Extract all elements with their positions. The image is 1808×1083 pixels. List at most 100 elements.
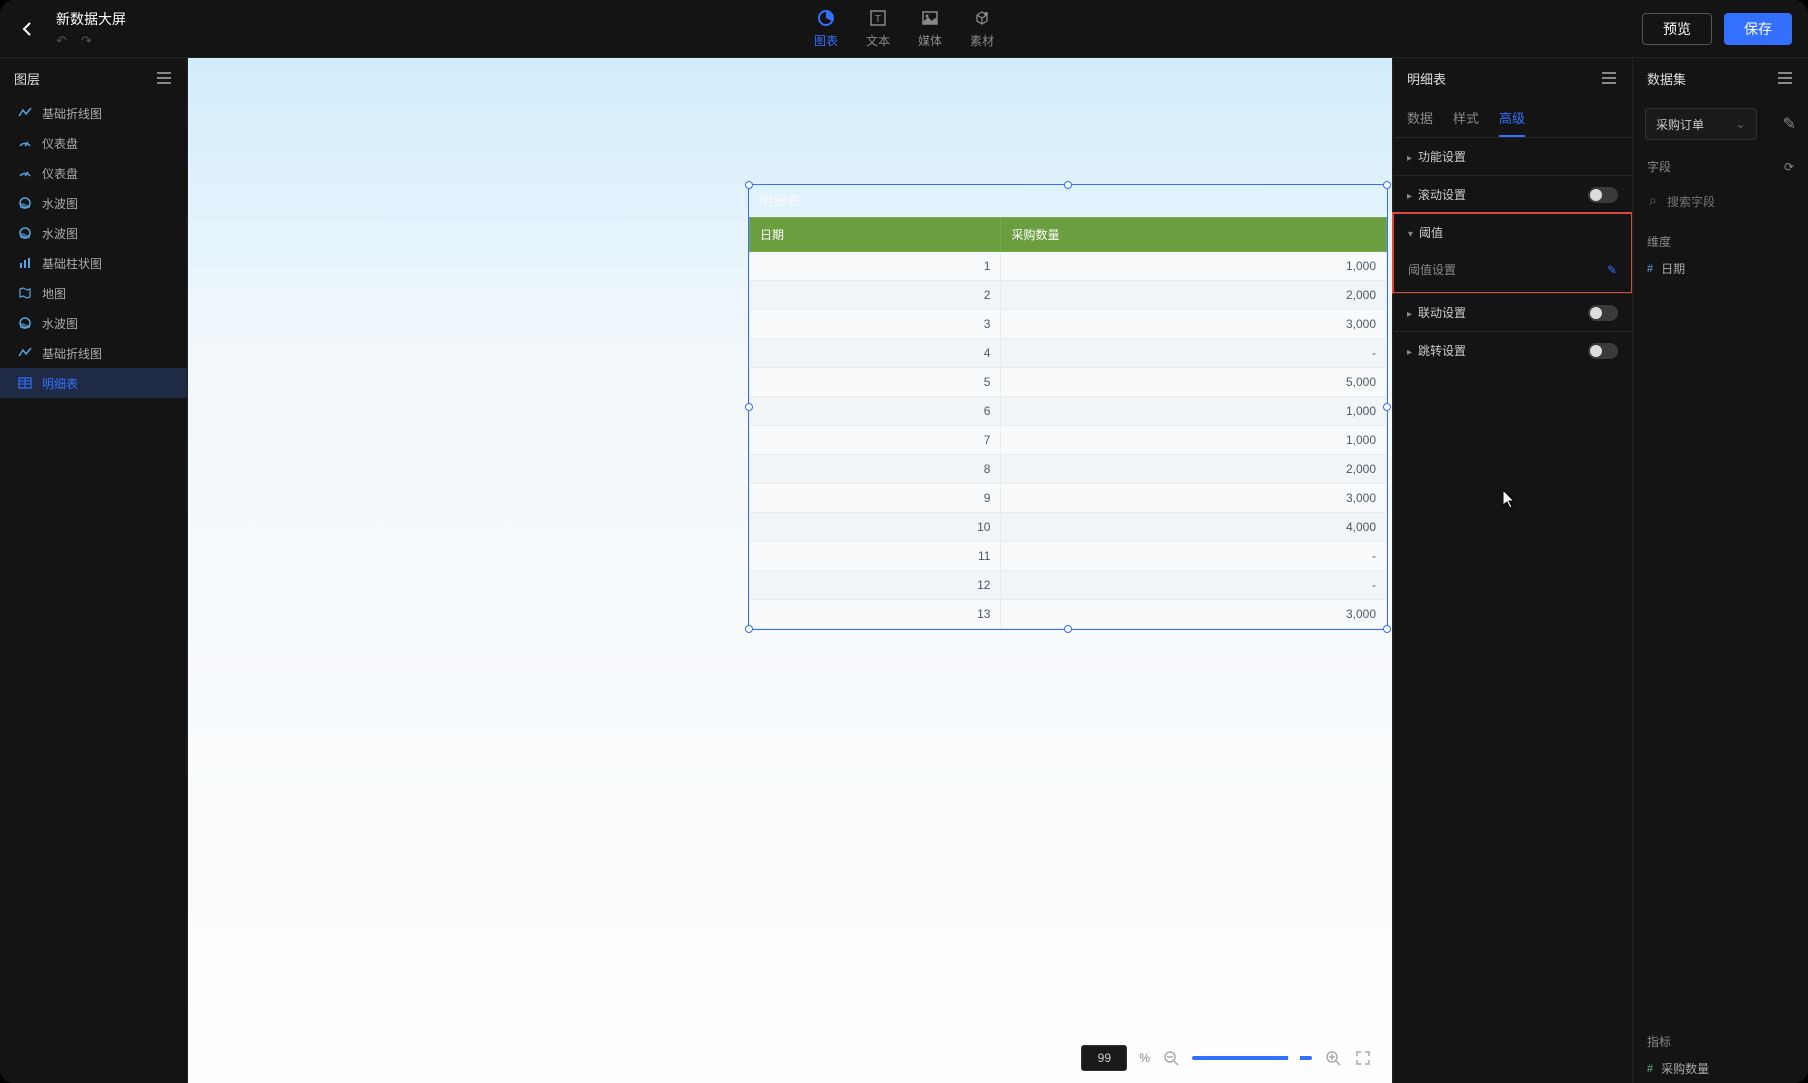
line-icon <box>18 346 32 360</box>
widget-table[interactable]: 明细表 日期采购数量 11,00022,00033,0004-55,00061,… <box>748 184 1388 630</box>
gauge-icon <box>18 166 32 180</box>
resize-handle[interactable] <box>1383 625 1391 633</box>
table-row: 11- <box>750 542 1387 571</box>
resize-handle[interactable] <box>1064 625 1072 633</box>
svg-text:T: T <box>875 14 881 25</box>
toggle-scroll[interactable] <box>1588 187 1618 203</box>
layer-item[interactable]: 水波图 <box>0 188 187 218</box>
tool-media[interactable]: 媒体 <box>918 8 942 49</box>
tab-advanced[interactable]: 高级 <box>1499 108 1525 137</box>
layer-item[interactable]: 仪表盘 <box>0 128 187 158</box>
material-icon <box>972 8 992 28</box>
resize-handle[interactable] <box>1383 403 1391 411</box>
table-row: 104,000 <box>750 513 1387 542</box>
layer-item[interactable]: 水波图 <box>0 308 187 338</box>
resize-handle[interactable] <box>745 181 753 189</box>
table-row: 61,000 <box>750 397 1387 426</box>
layer-item[interactable]: 仪表盘 <box>0 158 187 188</box>
metric-item[interactable]: #采购数量 <box>1633 1054 1808 1083</box>
table-header: 日期 <box>750 218 1001 252</box>
field-label: 字段 <box>1647 158 1671 175</box>
canvas[interactable]: 明细表 日期采购数量 11,00022,00033,0004-55,00061,… <box>188 58 1392 1083</box>
resize-handle[interactable] <box>1383 181 1391 189</box>
layer-item[interactable]: 基础柱状图 <box>0 248 187 278</box>
zoom-input[interactable] <box>1081 1045 1127 1071</box>
dataset-select[interactable]: 采购订单 ⌄ <box>1645 108 1757 140</box>
threshold-setting-row[interactable]: 阈值设置 ✎ <box>1394 251 1631 292</box>
canvas-wrap: 明细表 日期采购数量 11,00022,00033,0004-55,00061,… <box>188 58 1392 1083</box>
table-row: 55,000 <box>750 368 1387 397</box>
chart-icon <box>816 8 836 28</box>
back-button[interactable] <box>16 17 40 41</box>
layer-item[interactable]: 基础折线图 <box>0 98 187 128</box>
widget-title: 明细表 <box>749 185 1387 217</box>
redo-button[interactable]: ↷ <box>81 33 92 49</box>
undo-button[interactable]: ↶ <box>56 33 67 49</box>
table-row: 22,000 <box>750 281 1387 310</box>
table-row: 4- <box>750 339 1387 368</box>
hash-icon: # <box>1647 263 1653 275</box>
save-button[interactable]: 保存 <box>1724 13 1792 45</box>
section-linkage[interactable]: ▸联动设置 <box>1393 294 1632 331</box>
zoom-out-button[interactable] <box>1162 1049 1180 1067</box>
dimension-item[interactable]: #日期 <box>1633 254 1808 283</box>
line-icon <box>18 106 32 120</box>
liquid-icon <box>18 196 32 210</box>
tool-chart[interactable]: 图表 <box>814 8 838 49</box>
zoom-in-button[interactable] <box>1324 1049 1342 1067</box>
dataset-menu-icon[interactable] <box>1778 70 1794 86</box>
table-header: 采购数量 <box>1001 218 1387 252</box>
edit-icon[interactable]: ✎ <box>1607 263 1617 277</box>
config-menu-icon[interactable] <box>1602 70 1618 86</box>
section-function[interactable]: ▸功能设置 <box>1393 138 1632 175</box>
bar-icon <box>18 256 32 270</box>
zoom-bar: % <box>1081 1045 1372 1071</box>
tab-data[interactable]: 数据 <box>1407 108 1433 137</box>
resize-handle[interactable] <box>745 625 753 633</box>
zoom-percent: % <box>1139 1051 1150 1065</box>
threshold-setting-label: 阈值设置 <box>1408 261 1456 278</box>
toggle-linkage[interactable] <box>1588 305 1618 321</box>
dataset-edit-icon[interactable]: ✎ <box>1783 114 1796 134</box>
layer-menu-icon[interactable] <box>157 70 173 86</box>
chevron-down-icon: ⌄ <box>1736 117 1746 131</box>
table-row: 33,000 <box>750 310 1387 339</box>
resize-handle[interactable] <box>745 403 753 411</box>
table-row: 11,000 <box>750 252 1387 281</box>
section-threshold[interactable]: ▾阈值 <box>1394 214 1631 251</box>
table-row: 71,000 <box>750 426 1387 455</box>
layer-item[interactable]: 基础折线图 <box>0 338 187 368</box>
zoom-slider[interactable] <box>1192 1056 1312 1060</box>
section-scroll[interactable]: ▸滚动设置 <box>1393 176 1632 213</box>
field-search-input[interactable] <box>1647 189 1794 215</box>
tool-text[interactable]: T 文本 <box>866 8 890 49</box>
refresh-icon[interactable]: ⟳ <box>1784 160 1794 174</box>
dataset-panel-title: 数据集 <box>1647 69 1686 88</box>
tab-style[interactable]: 样式 <box>1453 108 1479 137</box>
hash-icon: # <box>1647 1063 1653 1075</box>
layer-panel-title: 图层 <box>14 69 40 88</box>
metric-label: 指标 <box>1633 1023 1808 1054</box>
layer-item[interactable]: 明细表 <box>0 368 187 398</box>
toggle-jump[interactable] <box>1588 343 1618 359</box>
dataset-panel: 数据集 采购订单 ⌄ ✎ 字段 ⟳ 维度 #日期 <box>1632 58 1808 1083</box>
config-panel-title: 明细表 <box>1407 69 1446 88</box>
map-icon <box>18 286 32 300</box>
tool-material[interactable]: 素材 <box>970 8 994 49</box>
detail-table: 日期采购数量 11,00022,00033,0004-55,00061,0007… <box>749 217 1387 629</box>
layer-panel: 图层 基础折线图仪表盘仪表盘水波图水波图基础柱状图地图水波图基础折线图明细表 <box>0 58 188 1083</box>
layer-item[interactable]: 地图 <box>0 278 187 308</box>
config-panel: 明细表 数据 样式 高级 ▸功能设置 ▸滚动设置 <box>1392 58 1632 1083</box>
table-row: 93,000 <box>750 484 1387 513</box>
fullscreen-button[interactable] <box>1354 1049 1372 1067</box>
tool-tabs: 图表 T 文本 媒体 素材 <box>814 8 994 49</box>
preview-button[interactable]: 预览 <box>1642 13 1712 45</box>
text-icon: T <box>868 8 888 28</box>
section-jump[interactable]: ▸跳转设置 <box>1393 332 1632 369</box>
table-row: 12- <box>750 571 1387 600</box>
resize-handle[interactable] <box>1064 181 1072 189</box>
table-icon <box>18 376 32 390</box>
header: 新数据大屏 ↶ ↷ 图表 T 文本 媒体 素材 <box>0 0 1808 58</box>
liquid-icon <box>18 226 32 240</box>
layer-item[interactable]: 水波图 <box>0 218 187 248</box>
